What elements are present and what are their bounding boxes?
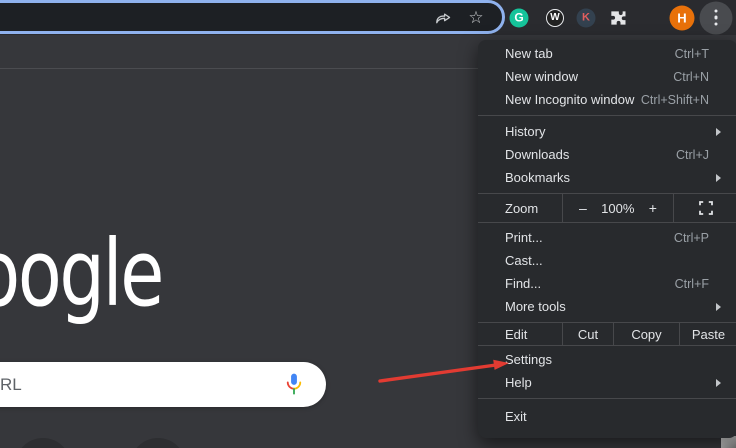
menu-item-bookmarks[interactable]: Bookmarks: [478, 166, 736, 189]
annotation-arrow: [378, 359, 509, 383]
menu-item-label: Exit: [505, 409, 527, 424]
shortcut-circle[interactable]: [15, 438, 71, 448]
menu-item-print[interactable]: Print... Ctrl+P: [478, 226, 736, 249]
voice-search-mic-icon[interactable]: [284, 372, 304, 397]
menu-item-find[interactable]: Find... Ctrl+F: [478, 272, 736, 295]
menu-item-downloads[interactable]: Downloads Ctrl+J: [478, 143, 736, 166]
menu-item-cast[interactable]: Cast...: [478, 249, 736, 272]
shortcut-circle[interactable]: [130, 438, 186, 448]
side-panel-icon[interactable]: [640, 10, 657, 25]
fullscreen-icon: [698, 201, 713, 215]
search-bar[interactable]: RL: [0, 362, 326, 407]
menu-separator: [478, 115, 736, 116]
cut-button[interactable]: Cut: [562, 323, 613, 345]
menu-item-label: Find...: [505, 276, 542, 291]
menu-item-new-tab[interactable]: New tab Ctrl+T: [478, 42, 736, 65]
zoom-out-button[interactable]: –: [579, 200, 587, 216]
menu-item-shortcut: Ctrl+F: [674, 276, 709, 291]
menu-item-shortcut: Ctrl+P: [673, 230, 709, 245]
submenu-arrow-icon: [716, 302, 721, 311]
menu-item-shortcut: Ctrl+Shift+N: [640, 92, 709, 107]
bookmark-star-icon[interactable]: ☆: [466, 7, 486, 27]
menu-edit-row: Edit Cut Copy Paste: [478, 322, 736, 346]
menu-item-label: History: [505, 124, 546, 139]
menu-item-shortcut: Ctrl+N: [673, 69, 709, 84]
paste-button[interactable]: Paste: [679, 323, 736, 345]
search-placeholder-text: RL: [0, 374, 22, 394]
extension-icon-g[interactable]: G: [509, 8, 529, 27]
google-logo: Google: [0, 220, 164, 327]
menu-item-label: New tab: [505, 46, 553, 61]
copy-button[interactable]: Copy: [613, 323, 679, 345]
menu-item-label: More tools: [505, 299, 566, 314]
menu-item-new-incognito-window[interactable]: New Incognito window Ctrl+Shift+N: [478, 88, 736, 111]
zoom-in-button[interactable]: +: [649, 200, 657, 216]
menu-item-label: New window: [505, 69, 578, 84]
menu-item-shortcut: Ctrl+J: [676, 147, 709, 162]
menu-item-new-window[interactable]: New window Ctrl+N: [478, 65, 736, 88]
profile-avatar[interactable]: H: [669, 5, 695, 30]
share-icon[interactable]: [433, 7, 453, 27]
extension-icon-k[interactable]: K: [576, 8, 596, 27]
extensions-puzzle-icon[interactable]: [608, 8, 628, 28]
fullscreen-button[interactable]: [674, 194, 736, 222]
submenu-arrow-icon: [716, 127, 721, 136]
menu-item-exit[interactable]: Exit: [478, 405, 736, 428]
three-dot-menu-button[interactable]: [699, 1, 733, 34]
menu-item-label: Bookmarks: [505, 170, 571, 185]
menu-zoom-row: Zoom – 100% +: [478, 193, 736, 223]
extension-icon-w[interactable]: W: [546, 8, 564, 27]
zoom-label: Zoom: [505, 200, 539, 216]
address-bar[interactable]: ☆: [0, 0, 505, 34]
submenu-arrow-icon: [716, 378, 721, 387]
menu-item-history[interactable]: History: [478, 120, 736, 143]
menu-item-shortcut: Ctrl+T: [674, 46, 709, 61]
menu-item-label: Help: [505, 375, 532, 390]
menu-item-label: Downloads: [505, 147, 570, 162]
menu-separator: [478, 398, 736, 399]
menu-item-label: Print...: [505, 230, 543, 245]
zoom-level-value: 100%: [601, 200, 635, 216]
menu-item-label: Settings: [505, 352, 552, 367]
submenu-arrow-icon: [716, 173, 721, 182]
menu-item-label: Cast...: [505, 253, 543, 268]
browser-window: Google RL ☆ G W: [0, 0, 736, 448]
edit-label: Edit: [505, 326, 528, 342]
menu-item-more-tools[interactable]: More tools: [478, 295, 736, 318]
menu-item-label: New Incognito window: [505, 92, 635, 107]
browser-toolbar: ☆ G W K H: [0, 0, 736, 35]
